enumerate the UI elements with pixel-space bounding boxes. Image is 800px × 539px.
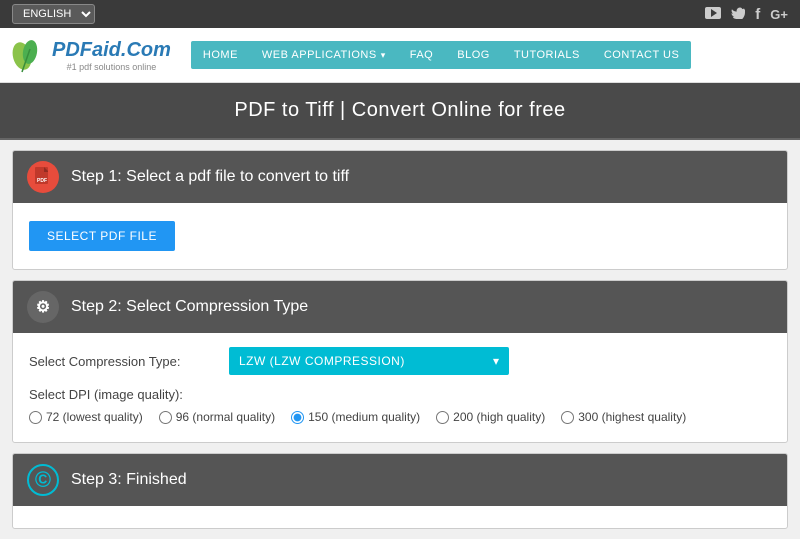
dpi-300-option[interactable]: 300 (highest quality) (561, 410, 686, 424)
step2-title: Step 2: Select Compression Type (71, 298, 308, 316)
select-pdf-button[interactable]: SELECT PDF FILE (29, 221, 175, 251)
facebook-icon[interactable]: f (755, 6, 760, 23)
dpi-96-option[interactable]: 96 (normal quality) (159, 410, 275, 424)
nav-item-home[interactable]: HOME (191, 41, 250, 69)
step3-header: © Step 3: Finished (13, 454, 787, 506)
step1-pdf-icon: PDF (27, 161, 59, 193)
google-plus-icon[interactable]: G+ (770, 7, 788, 22)
dpi-200-label: 200 (high quality) (453, 410, 545, 424)
dpi-300-radio[interactable] (561, 411, 574, 424)
nav-item-faq[interactable]: FAQ (398, 41, 446, 69)
step2-gear-icon: ⚙ (27, 291, 59, 323)
nav-item-tutorials[interactable]: TUTORIALS (502, 41, 592, 69)
compression-label: Select Compression Type: (29, 354, 229, 369)
compression-select-wrapper: LZW (LZW COMPRESSION) NONE JPEG DEFLATE … (229, 347, 509, 375)
step1-body: SELECT PDF FILE (13, 203, 787, 269)
logo-leaf-icon (12, 34, 48, 76)
dpi-72-option[interactable]: 72 (lowest quality) (29, 410, 143, 424)
step3-body (13, 506, 787, 528)
nav-item-web-apps[interactable]: WEB APPLICATIONS (250, 41, 398, 69)
logo: PDFaid.Com #1 pdf solutions online (12, 34, 171, 76)
youtube-icon[interactable] (705, 6, 721, 22)
step2-body: Select Compression Type: LZW (LZW COMPRE… (13, 333, 787, 442)
dpi-96-label: 96 (normal quality) (176, 410, 275, 424)
logo-subtitle: #1 pdf solutions online (67, 62, 157, 72)
top-bar: ENGLISH f G+ (0, 0, 800, 28)
dpi-options-row: 72 (lowest quality) 96 (normal quality) … (29, 410, 771, 424)
dpi-150-option[interactable]: 150 (medium quality) (291, 410, 420, 424)
dpi-72-label: 72 (lowest quality) (46, 410, 143, 424)
dpi-72-radio[interactable] (29, 411, 42, 424)
main-nav: HOME WEB APPLICATIONS FAQ BLOG TUTORIALS… (191, 41, 691, 69)
step1-container: PDF Step 1: Select a pdf file to convert… (12, 150, 788, 270)
dpi-label: Select DPI (image quality): (29, 387, 771, 402)
step1-header: PDF Step 1: Select a pdf file to convert… (13, 151, 787, 203)
step3-finish-icon: © (27, 464, 59, 496)
dpi-300-label: 300 (highest quality) (578, 410, 686, 424)
dpi-96-radio[interactable] (159, 411, 172, 424)
dpi-150-label: 150 (medium quality) (308, 410, 420, 424)
step3-title: Step 3: Finished (71, 471, 187, 489)
language-selector[interactable]: ENGLISH (12, 4, 95, 24)
compression-select[interactable]: LZW (LZW COMPRESSION) NONE JPEG DEFLATE … (229, 347, 509, 375)
social-icons: f G+ (705, 6, 788, 23)
logo-main-text: PDFaid.Com (52, 39, 171, 62)
dpi-section: Select DPI (image quality): 72 (lowest q… (29, 387, 771, 424)
step1-title: Step 1: Select a pdf file to convert to … (71, 168, 349, 186)
dpi-150-radio[interactable] (291, 411, 304, 424)
step2-container: ⚙ Step 2: Select Compression Type Select… (12, 280, 788, 443)
svg-text:PDF: PDF (37, 178, 47, 184)
page-title: PDF to Tiff | Convert Online for free (0, 83, 800, 140)
step3-container: © Step 3: Finished (12, 453, 788, 529)
step2-header: ⚙ Step 2: Select Compression Type (13, 281, 787, 333)
nav-bar: PDFaid.Com #1 pdf solutions online HOME … (0, 28, 800, 83)
dpi-200-radio[interactable] (436, 411, 449, 424)
compression-type-row: Select Compression Type: LZW (LZW COMPRE… (29, 347, 771, 375)
nav-item-blog[interactable]: BLOG (445, 41, 502, 69)
nav-item-contact[interactable]: CONTACT US (592, 41, 692, 69)
twitter-icon[interactable] (731, 6, 745, 22)
logo-text-area: PDFaid.Com #1 pdf solutions online (52, 39, 171, 72)
dpi-200-option[interactable]: 200 (high quality) (436, 410, 545, 424)
